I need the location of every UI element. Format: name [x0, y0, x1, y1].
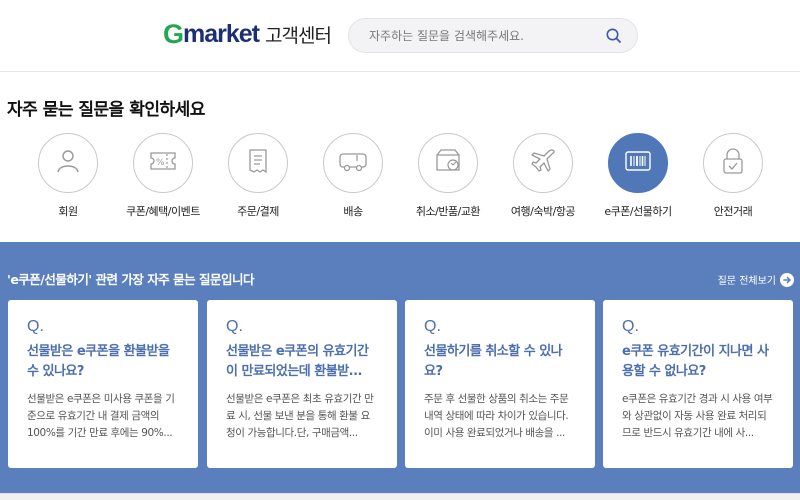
airplane-icon [528, 146, 558, 180]
category-label: 안전거래 [713, 205, 753, 218]
faq-card[interactable]: Q. 선물받은 e쿠폰의 유효기간이 만료되었는데 환불받... 선물받은 e쿠… [207, 300, 397, 468]
category-safe-trade[interactable]: 안전거래 [692, 133, 782, 223]
category-circle [323, 133, 383, 193]
category-circle: % [133, 133, 193, 193]
receipt-icon [245, 147, 271, 179]
category-circle [703, 133, 763, 193]
logo-market: market [183, 19, 260, 48]
faq-card-desc: 선물받은 e쿠폰은 미사용 쿠폰을 기준으로 유효기간 내 결제 금액의 100… [27, 393, 175, 439]
bottom-divider [0, 493, 800, 500]
faq-card-desc: e쿠폰은 유효기간 경과 시 사용 여부와 상관없이 자동 사용 완료 처리되므… [622, 393, 773, 439]
coupon-icon: % [148, 148, 178, 178]
faq-card-desc: 주문 후 선물한 상품의 취소는 주문 내역 상태에 따라 차이가 있습니다. … [424, 393, 569, 439]
faq-card-title: 선물받은 e쿠폰의 유효기간이 만료되었는데 환불받... [226, 344, 369, 379]
faq-card-title: 선물받은 e쿠폰을 환불받을 수 있나요? [27, 344, 170, 379]
question-mark: Q. [622, 318, 639, 335]
search-icon[interactable] [605, 27, 623, 45]
question-mark: Q. [226, 318, 243, 335]
question-mark: Q. [424, 318, 441, 335]
faq-card-title: e쿠폰 유효기간이 지나면 사용할 수 없나요? [622, 344, 769, 379]
category-circle [228, 133, 288, 193]
box-return-icon [433, 147, 463, 179]
category-circle [513, 133, 573, 193]
faq-card-desc: 선물받은 e쿠폰은 최초 유효기간 만료 시, 선물 보낸 분을 통해 환불 요… [226, 393, 374, 439]
question-mark: Q. [27, 318, 44, 335]
see-all-label: 질문 전체보기 [717, 276, 776, 287]
arrow-right-icon [780, 272, 794, 287]
popular-questions-section: 'e쿠폰/선물하기' 관련 가장 자주 묻는 질문입니다 질문 전체보기 Q. … [0, 242, 800, 500]
person-icon [54, 147, 82, 179]
truck-icon [337, 148, 369, 178]
search-input[interactable] [369, 26, 599, 46]
popular-questions-title: 'e쿠폰/선물하기' 관련 가장 자주 묻는 질문입니다 [7, 272, 254, 287]
search-box [348, 18, 638, 53]
see-all-questions-link[interactable]: 질문 전체보기 [718, 272, 794, 287]
faq-categories: 회원 % 쿠폰/혜택/이벤트 주문/결제 배송 취소/반품/교환 여행/숙박/항… [0, 133, 800, 223]
gmarket-logo[interactable]: G market 고객센터 [163, 18, 332, 49]
barcode-icon [625, 151, 651, 175]
category-circle-active [608, 133, 668, 193]
category-circle [418, 133, 478, 193]
faq-card[interactable]: Q. 선물받은 e쿠폰을 환불받을 수 있나요? 선물받은 e쿠폰은 미사용 쿠… [8, 300, 198, 468]
svg-text:%: % [156, 158, 165, 168]
faq-card-title: 선물하기를 취소할 수 있나요? [424, 344, 563, 379]
faq-card[interactable]: Q. e쿠폰 유효기간이 지나면 사용할 수 없나요? e쿠폰은 유효기간 경과… [603, 300, 793, 468]
faq-title: 자주 묻는 질문을 확인하세요 [7, 100, 205, 120]
logo-g: G [163, 18, 184, 49]
header: G market 고객센터 [0, 0, 800, 72]
faq-card[interactable]: Q. 선물하기를 취소할 수 있나요? 주문 후 선물한 상품의 취소는 주문 … [405, 300, 595, 468]
lock-icon [720, 146, 746, 180]
category-circle [38, 133, 98, 193]
logo-customer-center: 고객센터 [265, 24, 332, 47]
